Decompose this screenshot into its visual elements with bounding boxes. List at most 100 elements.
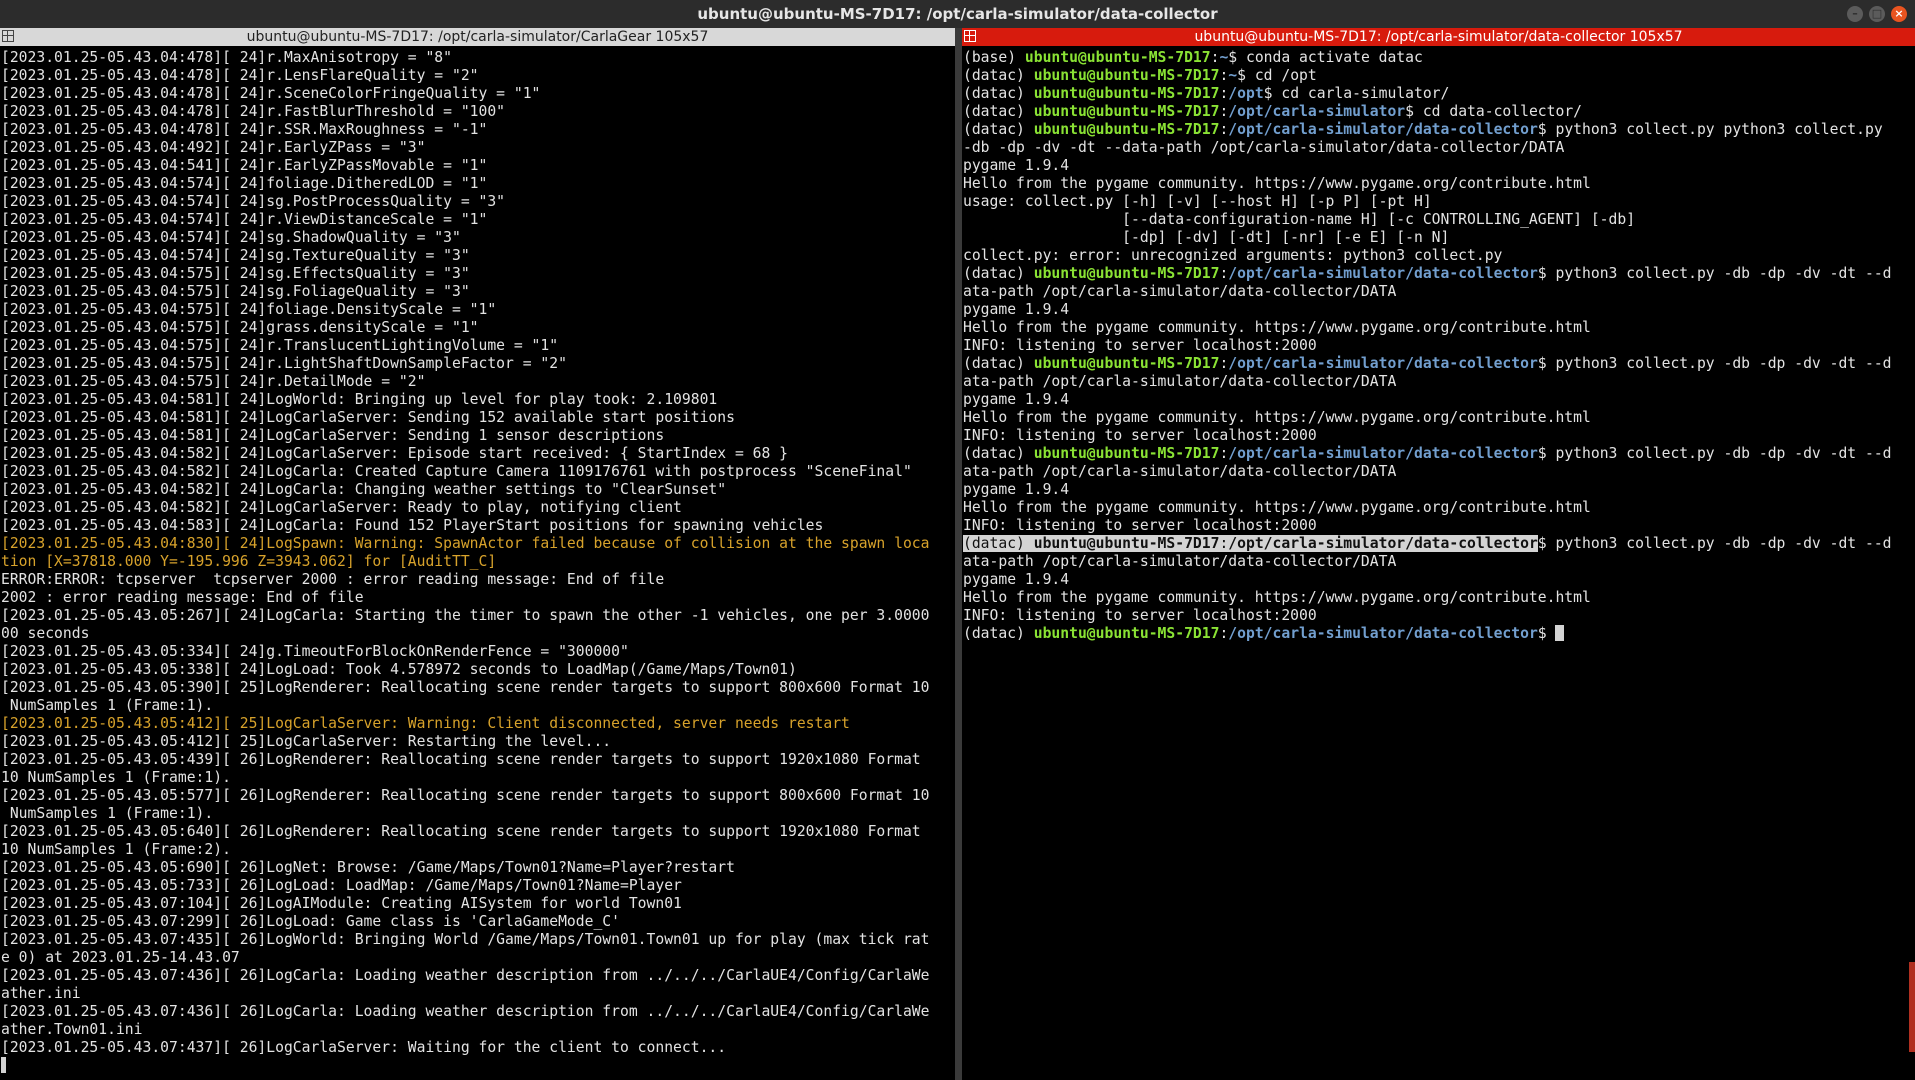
output-line: Hello from the pygame community. https:/… (963, 499, 1591, 516)
close-icon[interactable]: × (1891, 6, 1907, 22)
terminal-line: [2023.01.25-05.43.04:574][ 24]foliage.Di… (1, 175, 488, 192)
prompt-path: /opt/carla-simulator/data-collector (1228, 445, 1538, 462)
prompt-dollar: $ (1537, 121, 1556, 138)
output-line: INFO: listening to server localhost:2000 (963, 337, 1317, 354)
prompt-command: python3 collect.py -db -dp -dv -dt --d (1555, 265, 1892, 282)
prompt-separator: : (1219, 85, 1229, 102)
terminal-line: [2023.01.25-05.43.05:439][ 26]LogRendere… (1, 751, 921, 768)
terminal-line: [2023.01.25-05.43.04:541][ 24]r.EarlyZPa… (1, 157, 488, 174)
prompt-separator: : (1219, 265, 1229, 282)
prompt-env: (base) (963, 49, 1025, 66)
prompt-path: ~ (1219, 49, 1229, 66)
terminal-line: [2023.01.25-05.43.04:575][ 24]r.LightSha… (1, 355, 567, 372)
output-line: Hello from the pygame community. https:/… (963, 319, 1591, 336)
prompt-dollar: $ (1537, 625, 1556, 642)
right-pane-title: ubuntu@ubuntu-MS-7D17: /opt/carla-simula… (1194, 29, 1683, 45)
prompt-separator: : (1219, 67, 1229, 84)
output-line: ata-path /opt/carla-simulator/data-colle… (963, 553, 1397, 570)
left-terminal-output[interactable]: [2023.01.25-05.43.04:478][ 24]r.MaxAniso… (0, 46, 955, 1075)
terminal-line: [2023.01.25-05.43.07:436][ 26]LogCarla: … (1, 967, 930, 984)
terminal-line: [2023.01.25-05.43.05:412][ 25]LogCarlaSe… (1, 715, 850, 732)
prompt-command: cd /opt (1254, 67, 1317, 84)
prompt-dollar: $ (1537, 265, 1556, 282)
terminal-line: [2023.01.25-05.43.04:478][ 24]r.FastBlur… (1, 103, 506, 120)
terminal-line: [2023.01.25-05.43.07:435][ 26]LogWorld: … (1, 931, 930, 948)
terminal-line: [2023.01.25-05.43.04:575][ 24]sg.Effects… (1, 265, 470, 282)
prompt-user: ubuntu@ubuntu-MS-7D17 (1033, 355, 1220, 372)
terminal-line: 10 NumSamples 1 (Frame:2). (1, 841, 231, 858)
prompt-line: (datac) ubuntu@ubuntu-MS-7D17:/opt/carla… (963, 103, 1915, 121)
prompt-command: conda activate datac (1245, 49, 1423, 66)
output-line: [--data-configuration-name H] [-c CONTRO… (963, 211, 1636, 228)
prompt-command: cd carla-simulator/ (1281, 85, 1450, 102)
prompt-env: (datac) (963, 67, 1034, 84)
terminal-line: [2023.01.25-05.43.04:574][ 24]sg.ShadowQ… (1, 229, 461, 246)
prompt-path: /opt/carla-simulator/data-collector (1228, 535, 1538, 552)
prompt-user: ubuntu@ubuntu-MS-7D17 (1033, 85, 1220, 102)
terminal-line: ather.Town01.ini (1, 1021, 143, 1038)
prompt-line: (datac) ubuntu@ubuntu-MS-7D17:/opt/carla… (963, 625, 1915, 643)
prompt-line: (datac) ubuntu@ubuntu-MS-7D17:/opt/carla… (963, 265, 1915, 283)
minimize-icon[interactable]: – (1847, 6, 1863, 22)
terminal-line: 00 seconds (1, 625, 90, 642)
output-line: ata-path /opt/carla-simulator/data-colle… (963, 283, 1397, 300)
left-terminal-pane[interactable]: ubuntu@ubuntu-MS-7D17: /opt/carla-simula… (0, 28, 955, 1080)
split-pane-icon[interactable] (964, 30, 976, 42)
left-pane-title-bar[interactable]: ubuntu@ubuntu-MS-7D17: /opt/carla-simula… (0, 28, 955, 46)
terminal-line: 2002 : error reading message: End of fil… (1, 589, 364, 606)
prompt-separator: : (1219, 625, 1229, 642)
terminal-line: 10 NumSamples 1 (Frame:1). (1, 769, 231, 786)
terminal-line: [2023.01.25-05.43.05:412][ 25]LogCarlaSe… (1, 733, 612, 750)
prompt-user: ubuntu@ubuntu-MS-7D17 (1033, 265, 1220, 282)
terminal-line: [2023.01.25-05.43.07:436][ 26]LogCarla: … (1, 1003, 930, 1020)
prompt-line: (datac) ubuntu@ubuntu-MS-7D17:/opt/carla… (963, 121, 1915, 139)
terminal-line: [2023.01.25-05.43.04:582][ 24]LogCarlaSe… (1, 499, 682, 516)
prompt-dollar: $ (1537, 535, 1556, 552)
prompt-path: /opt/carla-simulator (1228, 103, 1406, 120)
window-title-bar[interactable]: ubuntu@ubuntu-MS-7D17: /opt/carla-simula… (0, 0, 1915, 28)
right-terminal-pane[interactable]: ubuntu@ubuntu-MS-7D17: /opt/carla-simula… (962, 28, 1915, 1080)
output-line: Hello from the pygame community. https:/… (963, 409, 1591, 426)
terminal-line: [2023.01.25-05.43.07:299][ 26]LogLoad: G… (1, 913, 620, 930)
pane-divider[interactable] (955, 28, 962, 1080)
terminal-line: [2023.01.25-05.43.07:437][ 26]LogCarlaSe… (1, 1039, 727, 1056)
prompt-line: (datac) ubuntu@ubuntu-MS-7D17:~$ cd /opt (963, 67, 1915, 85)
left-pane-scrollbar[interactable] (1909, 962, 1915, 1052)
right-terminal-output[interactable]: (base) ubuntu@ubuntu-MS-7D17:~$ conda ac… (962, 46, 1915, 643)
output-line: INFO: listening to server localhost:2000 (963, 427, 1317, 444)
output-line: Hello from the pygame community. https:/… (963, 175, 1591, 192)
terminal-line: [2023.01.25-05.43.04:581][ 24]LogCarlaSe… (1, 427, 665, 444)
output-line: -db -dp -dv -dt --data-path /opt/carla-s… (963, 139, 1565, 156)
terminal-line: [2023.01.25-05.43.05:334][ 24]g.TimeoutF… (1, 643, 629, 660)
terminal-line: [2023.01.25-05.43.04:582][ 24]LogCarla: … (1, 481, 727, 498)
prompt-path: /opt/carla-simulator/data-collector (1228, 121, 1538, 138)
maximize-icon[interactable]: □ (1869, 6, 1885, 22)
output-line: pygame 1.9.4 (963, 391, 1070, 408)
terminal-line: [2023.01.25-05.43.04:574][ 24]sg.Texture… (1, 247, 470, 264)
right-pane-title-bar[interactable]: ubuntu@ubuntu-MS-7D17: /opt/carla-simula… (962, 28, 1915, 46)
prompt-env: (datac) (963, 445, 1034, 462)
prompt-separator: : (1219, 535, 1229, 552)
prompt-separator: : (1219, 121, 1229, 138)
split-pane-icon[interactable] (2, 30, 14, 42)
prompt-command: python3 collect.py python3 collect.py (1555, 121, 1883, 138)
output-line: pygame 1.9.4 (963, 481, 1070, 498)
terminal-line: [2023.01.25-05.43.04:478][ 24]r.MaxAniso… (1, 49, 452, 66)
prompt-env: (datac) (963, 355, 1034, 372)
terminal-line: [2023.01.25-05.43.05:390][ 25]LogRendere… (1, 679, 930, 696)
terminal-line: [2023.01.25-05.43.04:478][ 24]r.SceneCol… (1, 85, 541, 102)
terminal-line: [2023.01.25-05.43.04:581][ 24]LogWorld: … (1, 391, 718, 408)
terminal-line: [2023.01.25-05.43.04:575][ 24]r.DetailMo… (1, 373, 426, 390)
terminal-line: NumSamples 1 (Frame:1). (1, 805, 214, 822)
terminal-line: [2023.01.25-05.43.04:574][ 24]r.ViewDist… (1, 211, 488, 228)
prompt-dollar: $ (1537, 445, 1556, 462)
prompt-path: /opt/carla-simulator/data-collector (1228, 625, 1538, 642)
prompt-line: (datac) ubuntu@ubuntu-MS-7D17:/opt$ cd c… (963, 85, 1915, 103)
terminal-line: ather.ini (1, 985, 81, 1002)
terminal-line: [2023.01.25-05.43.05:267][ 24]LogCarla: … (1, 607, 930, 624)
prompt-line: (base) ubuntu@ubuntu-MS-7D17:~$ conda ac… (963, 49, 1915, 67)
prompt-command: python3 collect.py -db -dp -dv -dt --d (1555, 355, 1892, 372)
prompt-line: (datac) ubuntu@ubuntu-MS-7D17:/opt/carla… (963, 535, 1915, 553)
prompt-separator: : (1219, 103, 1229, 120)
prompt-env: (datac) (963, 265, 1034, 282)
